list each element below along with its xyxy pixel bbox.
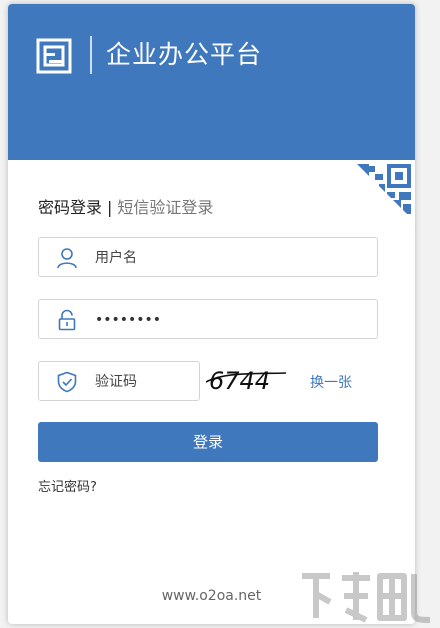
login-card: 企业办公平台 密码登录 | 短信验证登录 用户名 •••••••• 验证码 67… xyxy=(8,4,415,624)
login-tabs: 密码登录 | 短信验证登录 xyxy=(38,197,213,219)
captcha-image[interactable]: 6744 xyxy=(206,364,288,396)
captcha-field[interactable]: 验证码 xyxy=(38,361,200,401)
shield-icon xyxy=(57,371,77,393)
forgot-password-link[interactable]: 忘记密码? xyxy=(38,479,97,497)
captcha-text: 6744 xyxy=(209,367,270,395)
o2oa-logo-icon xyxy=(36,38,72,74)
password-field[interactable]: •••••••• xyxy=(38,299,378,339)
lock-icon xyxy=(58,309,76,331)
watermark-logo-icon xyxy=(302,572,431,623)
app-title: 企业办公平台 xyxy=(106,40,263,69)
user-icon xyxy=(57,248,77,269)
qr-code-login-icon[interactable] xyxy=(353,160,415,222)
header: 企业办公平台 xyxy=(8,4,415,160)
username-field[interactable]: 用户名 xyxy=(38,237,378,277)
password-value: •••••••• xyxy=(95,312,162,328)
username-placeholder: 用户名 xyxy=(95,250,137,266)
tab-sms-login[interactable]: 短信验证登录 xyxy=(117,198,213,217)
captcha-placeholder: 验证码 xyxy=(95,374,137,390)
logo-divider xyxy=(90,36,92,74)
refresh-captcha-link[interactable]: 换一张 xyxy=(310,373,352,393)
tab-password-login[interactable]: 密码登录 xyxy=(38,198,102,217)
login-button[interactable]: 登录 xyxy=(38,422,378,462)
tab-divider: | xyxy=(107,198,113,217)
